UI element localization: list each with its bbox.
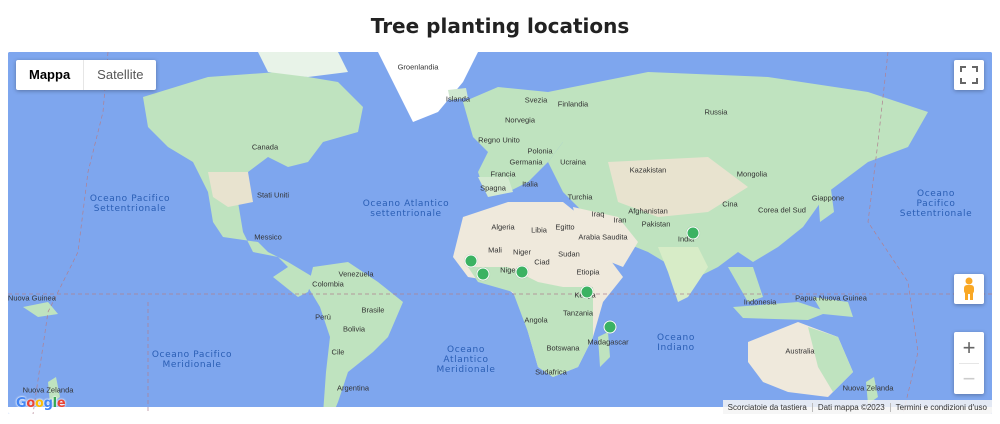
- zoom-out-icon[interactable]: −: [954, 364, 984, 394]
- terms-link[interactable]: Termini e condizioni d'uso: [889, 402, 992, 412]
- map-base: [8, 52, 992, 414]
- keyboard-shortcuts-link[interactable]: Scorciatoie da tastiera: [723, 403, 812, 412]
- pegman-icon: [964, 277, 974, 300]
- map-container[interactable]: Groenlandia Islanda Svezia Finlandia Norvegi…: [8, 52, 992, 414]
- fullscreen-button[interactable]: [954, 60, 984, 90]
- map-type-control: Mappa Satellite: [16, 60, 157, 90]
- map-data-text: Dati mappa ©2023: [811, 402, 890, 412]
- map-type-satellite[interactable]: Satellite: [84, 60, 156, 90]
- street-view-button[interactable]: [954, 274, 984, 304]
- map-attribution: Scorciatoie da tastiera Dati mappa ©2023…: [722, 400, 992, 414]
- fullscreen-icon: [960, 66, 978, 84]
- zoom-in-icon[interactable]: +: [954, 333, 984, 363]
- map-type-map[interactable]: Mappa: [16, 60, 83, 90]
- page-title: Tree planting locations: [370, 14, 630, 38]
- zoom-control: + −: [954, 332, 984, 394]
- google-logo[interactable]: Google: [16, 396, 66, 411]
